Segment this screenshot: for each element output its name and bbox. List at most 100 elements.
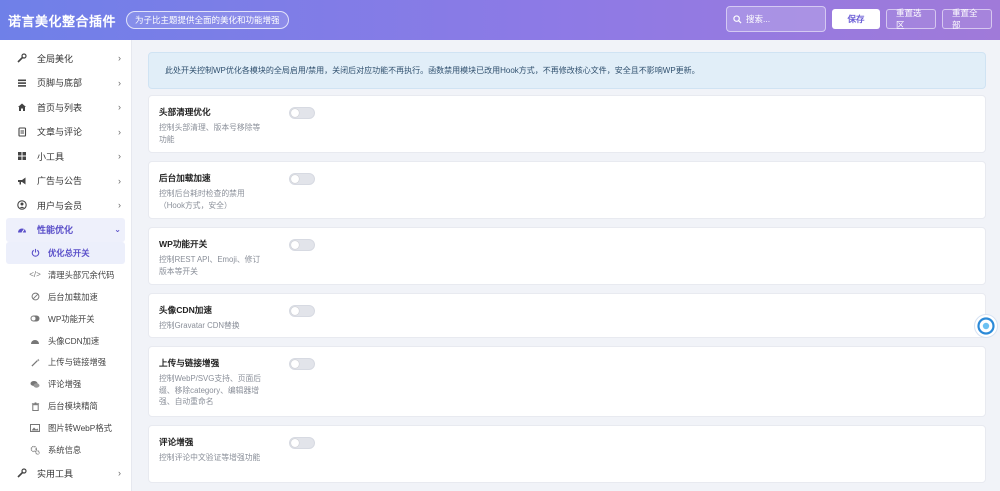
- document-icon: [16, 126, 27, 137]
- toggle-knob: [291, 307, 299, 315]
- sidebar-subitem-label: 后台模块精简: [48, 401, 98, 412]
- main-content: 此处开关控制WP优化各模块的全局启用/禁用，关闭后对应功能不再执行。函数禁用模块…: [148, 40, 986, 491]
- ban-icon: [30, 292, 40, 302]
- sidebar-item-label: 广告与公告: [37, 176, 83, 187]
- setting-card-wp-switch: WP功能开关 控制REST API、Emoji、修订版本等开关: [148, 227, 986, 285]
- toggle-knob: [291, 439, 299, 447]
- sidebar-item-performance[interactable]: 性能优化 ⌄: [6, 217, 125, 242]
- setting-description: 控制WebP/SVG支持、页面后缀、移除category、编辑器增强、自动重命名: [159, 374, 262, 406]
- setting-title: 头像CDN加速: [159, 305, 212, 315]
- trash-icon: [30, 401, 40, 411]
- info-notice: 此处开关控制WP优化各模块的全局启用/禁用，关闭后对应功能不再执行。函数禁用模块…: [148, 52, 986, 89]
- sidebar-subitem-label: 图片转WebP格式: [48, 423, 112, 434]
- chevron-right-icon: ›: [118, 53, 121, 64]
- settings-cards: 头部清理优化 控制头部清理、版本号移除等功能 后台加载加速 控制后台耗时检查的禁…: [148, 95, 986, 483]
- toggle-switch[interactable]: [289, 107, 315, 119]
- toggle-switch[interactable]: [289, 437, 315, 449]
- sidebar-item-tools[interactable]: 实用工具 ›: [0, 461, 131, 486]
- setting-description: 控制后台耗时检查的禁用（Hook方式，安全）: [159, 189, 245, 210]
- sidebar-subitem-label: 后台加载加速: [48, 291, 98, 302]
- sidebar-subitem-comments[interactable]: 评论增强: [0, 373, 131, 395]
- setting-description: 控制评论中文验证等增强功能: [159, 453, 261, 462]
- sidebar-item-home[interactable]: 首页与列表 ›: [0, 95, 131, 120]
- top-header: 诺言美化整合插件 为子比主题提供全面的美化和功能增强 保存 重置选区 重置全部: [0, 0, 1000, 40]
- sidebar-subitem-label: 头像CDN加速: [48, 335, 100, 346]
- sidebar-item-label: 文章与评论: [37, 127, 83, 138]
- sidebar-subitem-label: 上传与链接增强: [48, 357, 107, 368]
- setting-title: 评论增强: [159, 437, 194, 447]
- setting-card-avatar-cdn: 头像CDN加速 控制Gravatar CDN替换: [148, 293, 986, 338]
- sidebar-subitem-admin-slim[interactable]: 后台模块精简: [0, 395, 131, 417]
- sidebar-item-users[interactable]: 用户与会员 ›: [0, 193, 131, 218]
- save-button[interactable]: 保存: [832, 9, 880, 29]
- assistant-icon: [977, 317, 995, 335]
- chevron-right-icon: ›: [118, 175, 121, 186]
- reset-section-button[interactable]: 重置选区: [886, 8, 936, 30]
- sidebar-subitem-label: 评论增强: [48, 379, 82, 390]
- sidebar-item-label: 页脚与底部: [37, 78, 83, 89]
- setting-title: WP功能开关: [159, 239, 208, 249]
- setting-card-admin-speed: 后台加载加速 控制后台耗时检查的禁用（Hook方式，安全）: [148, 161, 986, 219]
- setting-description: 控制REST API、Emoji、修订版本等开关: [159, 255, 261, 276]
- sidebar-item-global[interactable]: 全局美化 ›: [0, 46, 131, 71]
- sidebar-subitem-webp[interactable]: 图片转WebP格式: [0, 417, 131, 439]
- toggle-knob: [291, 109, 299, 117]
- setting-card-comments: 评论增强 控制评论中文验证等增强功能: [148, 425, 986, 483]
- sidebar-subitem-label: 系统信息: [48, 444, 82, 455]
- wrench-icon: [16, 468, 27, 479]
- gauge-icon: [30, 336, 40, 346]
- sidebar-item-label: 小工具: [37, 151, 65, 162]
- sidebar-subitem-upload[interactable]: 上传与链接增强: [0, 351, 131, 373]
- sidebar-item-label: 首页与列表: [37, 102, 83, 113]
- floating-assistant-button[interactable]: [974, 314, 998, 338]
- sidebar-subitem-system-info[interactable]: 系统信息: [0, 439, 131, 461]
- image-icon: [30, 423, 40, 433]
- sidebar-subitem-label: 优化总开关: [48, 247, 90, 258]
- wrench-icon: [16, 53, 27, 64]
- wand-icon: [30, 357, 40, 367]
- megaphone-icon: [16, 175, 27, 186]
- gauge-icon: [16, 224, 27, 235]
- sidebar-item-widgets[interactable]: 小工具 ›: [0, 144, 131, 169]
- search-input[interactable]: [746, 14, 816, 24]
- sidebar-subitem-master-switch[interactable]: 优化总开关: [6, 242, 125, 264]
- app-tagline: 为子比主题提供全面的美化和功能增强: [126, 11, 289, 29]
- sidebar-item-footer[interactable]: 页脚与底部 ›: [0, 71, 131, 96]
- sidebar-subitem-wp-switch[interactable]: WP功能开关: [0, 308, 131, 330]
- user-circle-icon: [16, 200, 27, 211]
- chevron-right-icon: ›: [118, 77, 121, 88]
- setting-card-upload: 上传与链接增强 控制WebP/SVG支持、页面后缀、移除category、编辑器…: [148, 346, 986, 417]
- sidebar-item-posts[interactable]: 文章与评论 ›: [0, 120, 131, 145]
- search-box[interactable]: [726, 6, 826, 32]
- reset-all-button[interactable]: 重置全部: [942, 8, 992, 30]
- sidebar-item-ads[interactable]: 广告与公告 ›: [0, 169, 131, 194]
- gears-icon: [30, 445, 40, 455]
- setting-card-head-cleanup: 头部清理优化 控制头部清理、版本号移除等功能: [148, 95, 986, 153]
- chevron-down-icon: ⌄: [114, 225, 121, 235]
- search-icon: [733, 14, 742, 24]
- toggle-switch[interactable]: [289, 305, 315, 317]
- sidebar: 全局美化 › 页脚与底部 › 首页与列表 › 文章与评论 › 小工具 › 广告与…: [0, 40, 132, 491]
- chevron-right-icon: ›: [118, 151, 121, 162]
- sidebar-subitem-head-cleanup[interactable]: </> 清理头部冗余代码: [0, 264, 131, 286]
- app-title: 诺言美化整合插件: [8, 13, 117, 29]
- sidebar-subitem-avatar-cdn[interactable]: 头像CDN加速: [0, 330, 131, 352]
- chevron-right-icon: ›: [118, 126, 121, 137]
- sidebar-subitem-label: 清理头部冗余代码: [48, 269, 115, 280]
- setting-title: 上传与链接增强: [159, 358, 220, 368]
- grid-icon: [16, 151, 27, 162]
- toggle-switch[interactable]: [289, 239, 315, 251]
- sidebar-subitem-admin-speed[interactable]: 后台加载加速: [0, 286, 131, 308]
- sidebar-subitem-label: WP功能开关: [48, 313, 95, 324]
- code-icon: </>: [29, 270, 41, 280]
- header-actions: 保存 重置选区 重置全部: [726, 6, 992, 32]
- toggle-switch[interactable]: [289, 358, 315, 370]
- chevron-right-icon: ›: [118, 102, 121, 113]
- toggle-icon: [30, 314, 40, 324]
- setting-title: 头部清理优化: [159, 107, 211, 117]
- sidebar-item-label: 全局美化: [37, 53, 74, 64]
- setting-title: 后台加载加速: [159, 173, 211, 183]
- toggle-switch[interactable]: [289, 173, 315, 185]
- bars-icon: [16, 77, 27, 88]
- sidebar-item-label: 实用工具: [37, 468, 74, 479]
